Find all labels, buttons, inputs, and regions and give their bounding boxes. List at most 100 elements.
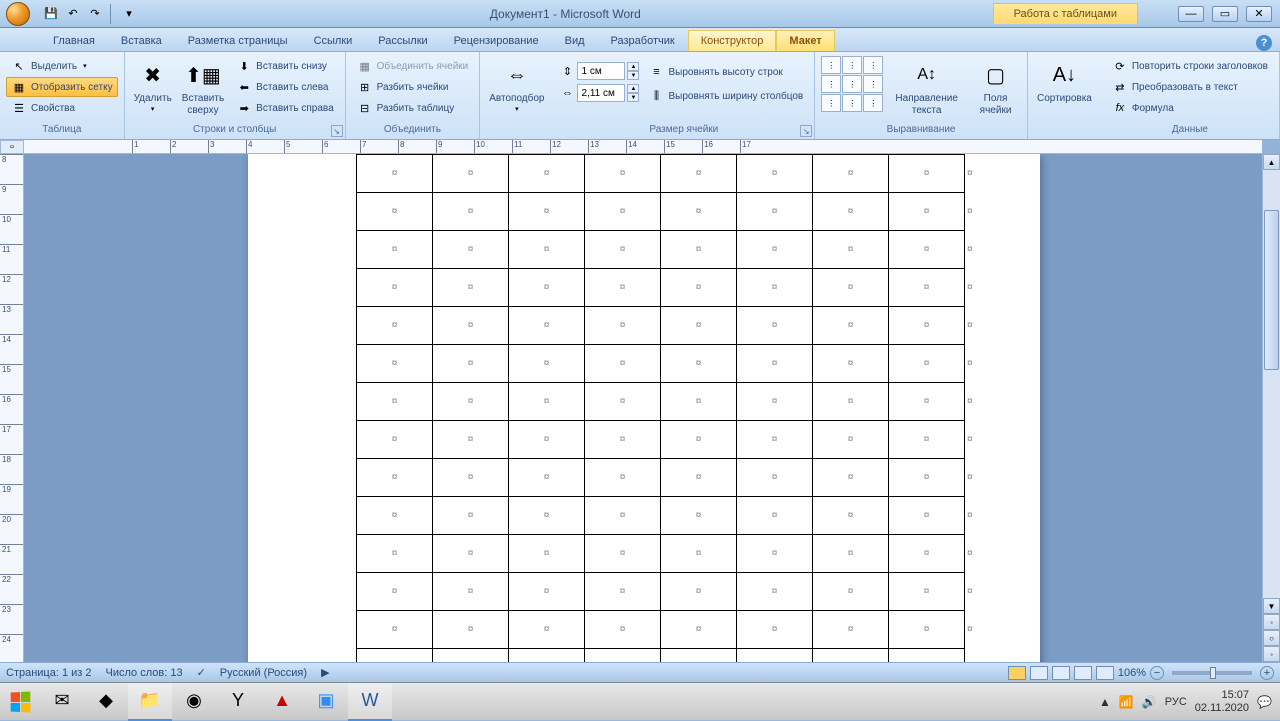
properties-button[interactable]: ☰Свойства [6,98,118,118]
table-cell[interactable]: ¤ [813,345,889,383]
split-table-button[interactable]: ⊟Разбить таблицу [352,98,474,118]
table-cell[interactable]: ¤ [889,155,965,193]
table-cell[interactable]: ¤ [433,155,509,193]
table-cell[interactable]: ¤ [813,459,889,497]
table-cell[interactable]: ¤ [813,269,889,307]
align-bl[interactable]: ⋮ [821,94,841,112]
table-cell[interactable]: ¤ [813,421,889,459]
tray-expand-icon[interactable]: ▲ [1099,695,1111,709]
table-cell[interactable]: ¤ [509,231,585,269]
table-cell[interactable]: ¤ [585,573,661,611]
tab-view[interactable]: Вид [552,30,598,51]
tab-review[interactable]: Рецензирование [441,30,552,51]
table-cell[interactable]: ¤ [357,193,433,231]
col-width-input[interactable] [577,84,625,102]
table-cell[interactable]: ¤ [889,345,965,383]
show-gridlines-button[interactable]: ▦Отобразить сетку [6,77,118,97]
maximize-button[interactable]: ▭ [1212,6,1238,22]
table-cell[interactable]: ¤ [889,421,965,459]
table-cell[interactable]: ¤ [585,383,661,421]
table-cell[interactable]: ¤ [357,307,433,345]
tab-table-design[interactable]: Конструктор [688,30,777,51]
table-cell[interactable]: ¤ [813,649,889,663]
table-cell[interactable]: ¤ [585,155,661,193]
table-cell[interactable]: ¤ [737,383,813,421]
align-mc[interactable]: ⋮ [842,75,862,93]
align-tc[interactable]: ⋮ [842,56,862,74]
table-cell[interactable]: ¤ [737,573,813,611]
insert-below-button[interactable]: ⬇Вставить снизу [231,56,338,76]
table-cell[interactable]: ¤ [509,307,585,345]
insert-right-button[interactable]: ➡Вставить справа [231,98,338,118]
status-language[interactable]: Русский (Россия) [220,667,307,679]
table-cell[interactable]: ¤ [585,497,661,535]
align-br[interactable]: ⋮ [863,94,883,112]
table-cell[interactable]: ¤ [433,345,509,383]
tab-insert[interactable]: Вставка [108,30,175,51]
table-cell[interactable]: ¤ [357,269,433,307]
table-cell[interactable]: ¤ [433,193,509,231]
table-cell[interactable]: ¤ [433,383,509,421]
table-cell[interactable]: ¤ [357,155,433,193]
table-cell[interactable]: ¤ [585,611,661,649]
table-cell[interactable]: ¤ [509,269,585,307]
office-button[interactable] [0,0,36,28]
document-table[interactable]: ¤¤¤¤¤¤¤¤¤¤¤¤¤¤¤¤¤¤¤¤¤¤¤¤¤¤¤¤¤¤¤¤¤¤¤¤¤¤¤¤… [356,154,975,662]
table-cell[interactable]: ¤ [813,573,889,611]
table-cell[interactable]: ¤ [737,155,813,193]
tray-volume-icon[interactable]: 🔊 [1142,695,1157,709]
height-up[interactable]: ▲ [627,62,639,71]
table-cell[interactable]: ¤ [357,421,433,459]
table-cell[interactable]: ¤ [661,459,737,497]
table-cell[interactable]: ¤ [509,535,585,573]
align-mr[interactable]: ⋮ [863,75,883,93]
sort-button[interactable]: A↓Сортировка [1034,56,1095,108]
table-cell[interactable]: ¤ [433,573,509,611]
select-button[interactable]: ↖Выделить▾ [6,56,118,76]
table-cell[interactable]: ¤ [661,383,737,421]
table-cell[interactable]: ¤ [585,269,661,307]
width-down[interactable]: ▼ [627,93,639,102]
table-cell[interactable]: ¤ [585,193,661,231]
table-cell[interactable]: ¤ [813,611,889,649]
vertical-ruler[interactable]: 89101112131415161718192021222324 [0,154,24,662]
tab-table-layout[interactable]: Макет [776,30,834,51]
table-cell[interactable]: ¤ [509,459,585,497]
table-cell[interactable]: ¤ [661,611,737,649]
table-cell[interactable]: ¤ [433,269,509,307]
zoom-slider-thumb[interactable] [1210,667,1216,679]
tray-network-icon[interactable]: 📶 [1119,695,1134,709]
scroll-up-button[interactable]: ▲ [1263,154,1280,170]
tab-main[interactable]: Главная [40,30,108,51]
table-cell[interactable]: ¤ [661,269,737,307]
split-cells-button[interactable]: ⊞Разбить ячейки [352,77,474,97]
page-viewport[interactable]: ¤¤¤¤¤¤¤¤¤¤¤¤¤¤¤¤¤¤¤¤¤¤¤¤¤¤¤¤¤¤¤¤¤¤¤¤¤¤¤¤… [24,154,1280,662]
table-cell[interactable]: ¤ [813,383,889,421]
table-cell[interactable]: ¤ [509,649,585,663]
table-cell[interactable]: ¤ [737,345,813,383]
table-cell[interactable]: ¤ [813,193,889,231]
table-cell[interactable]: ¤ [509,193,585,231]
table-cell[interactable]: ¤ [585,421,661,459]
table-cell[interactable]: ¤ [813,535,889,573]
table-cell[interactable]: ¤ [357,649,433,663]
table-cell[interactable]: ¤ [661,573,737,611]
tray-language[interactable]: РУС [1165,696,1187,708]
scroll-down-button[interactable]: ▼ [1263,598,1280,614]
table-cell[interactable]: ¤ [661,649,737,663]
task-yandex[interactable]: Y [216,683,260,721]
table-cell[interactable]: ¤ [433,459,509,497]
table-cell[interactable]: ¤ [737,307,813,345]
table-cell[interactable]: ¤ [357,383,433,421]
minimize-button[interactable]: — [1178,6,1204,22]
text-direction-button[interactable]: A↕Направление текста [887,56,966,120]
table-cell[interactable]: ¤ [661,497,737,535]
zoom-slider[interactable] [1172,671,1252,675]
table-cell[interactable]: ¤ [357,345,433,383]
table-cell[interactable]: ¤ [889,231,965,269]
delete-button[interactable]: ✖Удалить▾ [131,56,175,116]
qat-save-button[interactable]: 💾 [42,5,60,23]
table-cell[interactable]: ¤ [889,383,965,421]
row-height-spinner[interactable]: ⇕▲▼ [559,62,639,80]
table-cell[interactable]: ¤ [661,421,737,459]
